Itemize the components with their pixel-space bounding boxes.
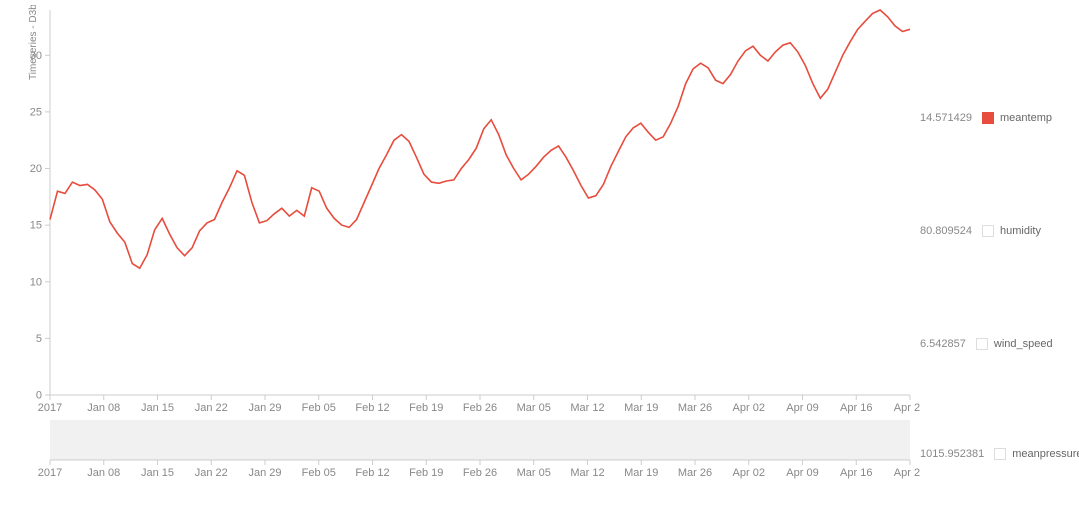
svg-text:Apr 16: Apr 16 [840, 467, 872, 479]
legend: 14.571429 meantemp 80.809524 humidity 6.… [920, 0, 1079, 460]
svg-text:Mar 19: Mar 19 [624, 467, 658, 479]
svg-text:Jan 22: Jan 22 [195, 467, 228, 479]
brush-x-axis: 2017 Jan 08 Jan 15 Jan 22 Jan 29 Feb 05 Feb 12… [38, 460, 920, 479]
svg-text:Mar 19: Mar 19 [624, 402, 658, 414]
svg-text:30: 30 [30, 50, 42, 62]
brush-chart[interactable]: 2017 Jan 08 Jan 15 Jan 22 Jan 29 Feb 05 Feb 12… [20, 420, 920, 490]
legend-item-meanpressure[interactable]: 1015.952381 meanpressure [920, 448, 1079, 460]
svg-text:20: 20 [30, 163, 42, 175]
svg-text:Apr 23: Apr 23 [894, 467, 920, 479]
svg-text:Jan 08: Jan 08 [87, 402, 120, 414]
y-axis-caption: Timeseries - D3blocks [28, 5, 39, 80]
svg-text:Jan 15: Jan 15 [141, 402, 174, 414]
svg-text:Apr 09: Apr 09 [786, 467, 818, 479]
svg-text:Feb 05: Feb 05 [302, 467, 336, 479]
legend-value: 6.542857 [920, 338, 966, 350]
svg-text:Mar 05: Mar 05 [517, 402, 551, 414]
brush-area[interactable] [50, 420, 910, 460]
svg-text:Mar 12: Mar 12 [570, 402, 604, 414]
x-axis: 2017 Jan 08 Jan 15 Jan 22 Jan 29 Feb 05 Feb 12… [38, 395, 920, 414]
swatch-icon [976, 338, 988, 350]
svg-text:0: 0 [36, 390, 42, 402]
legend-label: meantemp [1000, 112, 1052, 124]
svg-text:Apr 23: Apr 23 [894, 402, 920, 414]
svg-text:15: 15 [30, 220, 42, 232]
series-meantemp [50, 10, 910, 268]
svg-text:Feb 05: Feb 05 [302, 402, 336, 414]
svg-text:2017: 2017 [38, 467, 62, 479]
svg-text:Mar 05: Mar 05 [517, 467, 551, 479]
svg-text:Jan 08: Jan 08 [87, 467, 120, 479]
legend-label: humidity [1000, 225, 1041, 237]
swatch-icon [994, 448, 1006, 460]
svg-text:Apr 09: Apr 09 [786, 402, 818, 414]
svg-text:Mar 26: Mar 26 [678, 402, 712, 414]
svg-text:2017: 2017 [38, 402, 62, 414]
svg-text:Mar 12: Mar 12 [570, 467, 604, 479]
svg-text:Feb 19: Feb 19 [409, 402, 443, 414]
legend-label: meanpressure [1012, 448, 1079, 460]
svg-text:Jan 29: Jan 29 [248, 467, 281, 479]
svg-text:Jan 22: Jan 22 [195, 402, 228, 414]
svg-text:Apr 02: Apr 02 [733, 467, 765, 479]
svg-text:Feb 12: Feb 12 [355, 402, 389, 414]
swatch-icon [982, 225, 994, 237]
legend-value: 80.809524 [920, 225, 972, 237]
svg-text:5: 5 [36, 333, 42, 345]
legend-label: wind_speed [994, 338, 1053, 350]
legend-value: 14.571429 [920, 112, 972, 124]
legend-item-meantemp[interactable]: 14.571429 meantemp [920, 112, 1052, 124]
legend-item-wind_speed[interactable]: 6.542857 wind_speed [920, 338, 1053, 350]
svg-text:Jan 15: Jan 15 [141, 467, 174, 479]
svg-text:Apr 02: Apr 02 [733, 402, 765, 414]
svg-text:Feb 26: Feb 26 [463, 467, 497, 479]
svg-text:Feb 12: Feb 12 [355, 467, 389, 479]
main-chart[interactable]: Timeseries - D3blocks 0 5 10 15 20 25 30 2017 J… [20, 5, 920, 415]
svg-text:Apr 16: Apr 16 [840, 402, 872, 414]
svg-text:Feb 19: Feb 19 [409, 467, 443, 479]
svg-text:Jan 29: Jan 29 [248, 402, 281, 414]
svg-text:Mar 26: Mar 26 [678, 467, 712, 479]
legend-item-humidity[interactable]: 80.809524 humidity [920, 225, 1041, 237]
swatch-icon [982, 112, 994, 124]
svg-text:Feb 26: Feb 26 [463, 402, 497, 414]
legend-value: 1015.952381 [920, 448, 984, 460]
svg-text:25: 25 [30, 106, 42, 118]
svg-text:10: 10 [30, 276, 42, 288]
